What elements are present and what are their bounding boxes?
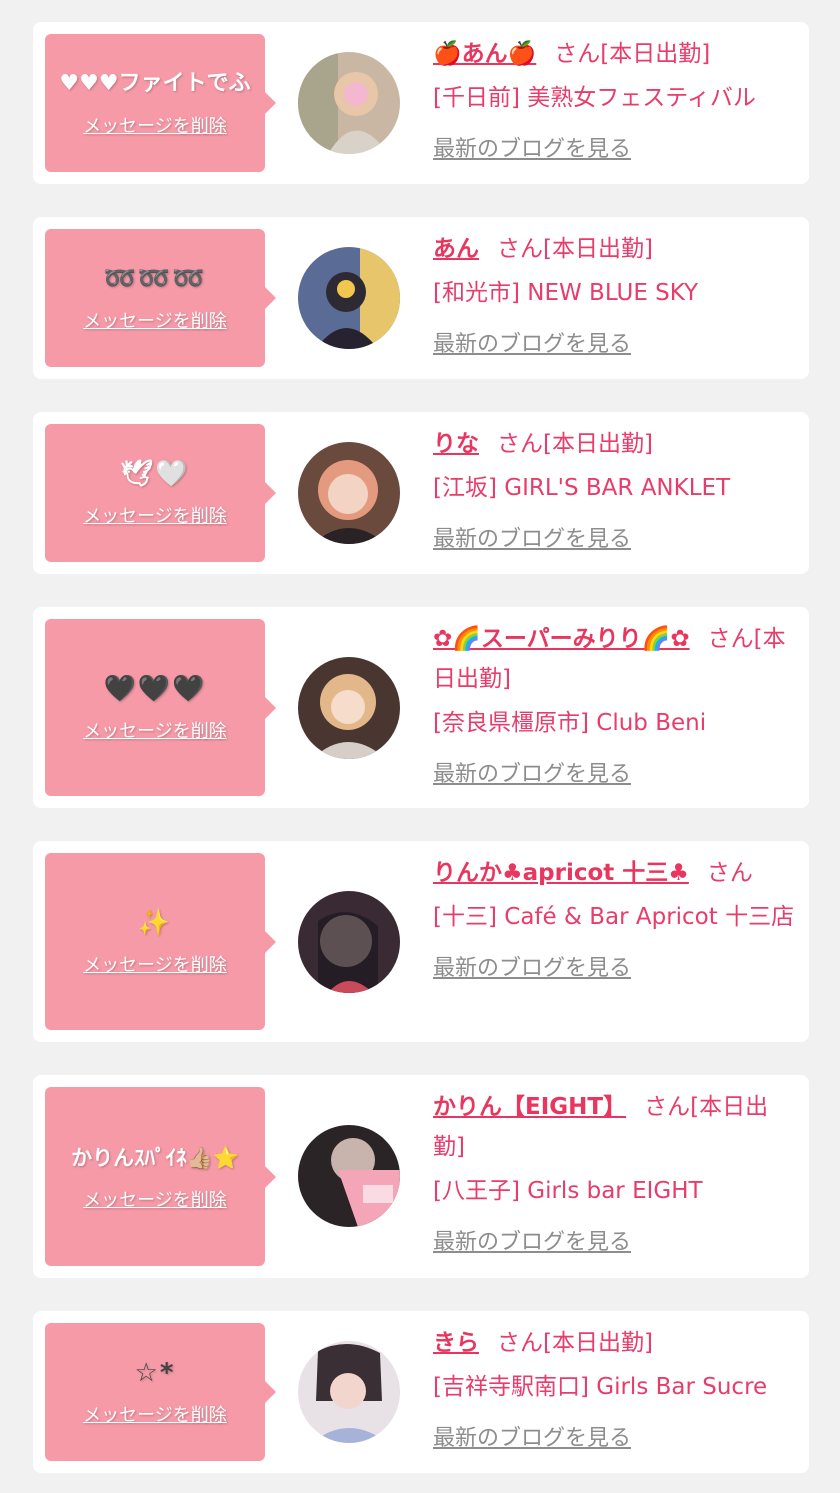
cast-card: ☆* メッセージを削除 きら さん[本日出勤] [吉祥寺駅南口] Girls Ba… bbox=[33, 1311, 809, 1473]
cast-info: りな さん[本日出勤] [江坂] GIRL'S BAR ANKLET 最新のブログ… bbox=[433, 424, 795, 560]
latest-blog-link[interactable]: 最新のブログを見る bbox=[433, 949, 631, 989]
latest-blog-link[interactable]: 最新のブログを見る bbox=[433, 520, 631, 560]
avatar[interactable] bbox=[298, 52, 400, 154]
favorite-cast-list: ♥♥♥ファイトでふ メッセージを削除 🍎あん🍎 さん[本日出勤] [千日前] 美熟… bbox=[0, 0, 840, 1493]
cast-info: りんか♣apricot 十三♣ さん [十三] Café & Bar Aprico… bbox=[433, 853, 795, 989]
shop-label: [千日前] 美熟女フェスティバル bbox=[433, 85, 756, 111]
latest-blog-link[interactable]: 最新のブログを見る bbox=[433, 130, 631, 170]
message-bubble: 🕊🤍 メッセージを削除 bbox=[45, 424, 276, 562]
cast-status: さん bbox=[706, 860, 753, 886]
latest-blog-link[interactable]: 最新のブログを見る bbox=[433, 1223, 631, 1263]
shop-label: [江坂] GIRL'S BAR ANKLET bbox=[433, 475, 731, 501]
cast-info: ✿🌈スーパーみりり🌈✿ さん[本日出勤] [奈良県橿原市] Club Beni 最… bbox=[433, 619, 795, 795]
avatar[interactable] bbox=[298, 442, 400, 544]
cast-card: 🕊🤍 メッセージを削除 りな さん[本日出勤] [江坂] GIRL'S BAR A… bbox=[33, 412, 809, 574]
cast-name-link[interactable]: あん bbox=[433, 236, 479, 262]
delete-message-link[interactable]: メッセージを削除 bbox=[83, 307, 227, 333]
cast-name-link[interactable]: ✿🌈スーパーみりり🌈✿ bbox=[433, 626, 690, 652]
cast-status: さん[本日出勤] bbox=[554, 41, 711, 67]
delete-message-link[interactable]: メッセージを削除 bbox=[83, 112, 227, 138]
cast-card: ✨ メッセージを削除 りんか♣apricot 十三♣ さん [十三] Café &… bbox=[33, 841, 809, 1042]
cast-info: かりん【EIGHT】 さん[本日出勤] [八王子] Girls bar EIGHT… bbox=[433, 1087, 795, 1263]
delete-message-link[interactable]: メッセージを削除 bbox=[83, 717, 227, 743]
cast-name-link[interactable]: りな bbox=[433, 431, 479, 457]
shop-label: [吉祥寺駅南口] Girls Bar Sucre bbox=[433, 1374, 768, 1400]
cast-name-link[interactable]: 🍎あん🍎 bbox=[433, 41, 536, 67]
delete-message-link[interactable]: メッセージを削除 bbox=[83, 1401, 227, 1427]
cast-card: 🖤🖤🖤 メッセージを削除 ✿🌈スーパーみりり🌈✿ さん[本日出勤] [奈良県橿原市… bbox=[33, 607, 809, 808]
cast-name-link[interactable]: かりん【EIGHT】 bbox=[433, 1094, 626, 1120]
cast-status: さん[本日出勤] bbox=[497, 431, 653, 457]
cast-card: ♥♥♥ファイトでふ メッセージを削除 🍎あん🍎 さん[本日出勤] [千日前] 美熟… bbox=[33, 22, 809, 184]
cast-info: きら さん[本日出勤] [吉祥寺駅南口] Girls Bar Sucre 最新のブ… bbox=[433, 1323, 795, 1459]
message-bubble: かりんｽﾊﾟｲﾈ👍🏼⭐ メッセージを削除 bbox=[45, 1087, 276, 1266]
avatar[interactable] bbox=[298, 247, 400, 349]
avatar[interactable] bbox=[298, 1125, 400, 1227]
delete-message-link[interactable]: メッセージを削除 bbox=[83, 502, 227, 528]
latest-blog-link[interactable]: 最新のブログを見る bbox=[433, 325, 631, 365]
cast-status: さん[本日出勤] bbox=[497, 236, 653, 262]
cast-info: あん さん[本日出勤] [和光市] NEW BLUE SKY 最新のブログを見る bbox=[433, 229, 795, 365]
message-text: ✨ bbox=[137, 907, 173, 938]
cast-info: 🍎あん🍎 さん[本日出勤] [千日前] 美熟女フェスティバル 最新のブログを見る bbox=[433, 34, 795, 170]
shop-label: [十三] Café & Bar Apricot 十三店 bbox=[433, 904, 795, 930]
message-text: ➿➿➿ bbox=[103, 264, 207, 294]
avatar[interactable] bbox=[298, 891, 400, 993]
latest-blog-link[interactable]: 最新のブログを見る bbox=[433, 755, 631, 795]
message-text: 🖤🖤🖤 bbox=[103, 673, 207, 704]
delete-message-link[interactable]: メッセージを削除 bbox=[83, 951, 227, 977]
message-bubble: 🖤🖤🖤 メッセージを削除 bbox=[45, 619, 276, 796]
cast-name-link[interactable]: きら bbox=[433, 1330, 479, 1356]
shop-label: [和光市] NEW BLUE SKY bbox=[433, 280, 699, 306]
message-text: ♥♥♥ファイトでふ bbox=[59, 71, 251, 96]
message-bubble: ➿➿➿ メッセージを削除 bbox=[45, 229, 276, 367]
delete-message-link[interactable]: メッセージを削除 bbox=[83, 1186, 227, 1212]
cast-card: ➿➿➿ メッセージを削除 あん さん[本日出勤] [和光市] NEW BLUE S… bbox=[33, 217, 809, 379]
cast-name-link[interactable]: りんか♣apricot 十三♣ bbox=[433, 860, 689, 886]
latest-blog-link[interactable]: 最新のブログを見る bbox=[433, 1419, 631, 1459]
message-bubble: ✨ メッセージを削除 bbox=[45, 853, 276, 1030]
avatar[interactable] bbox=[298, 657, 400, 759]
cast-card: かりんｽﾊﾟｲﾈ👍🏼⭐ メッセージを削除 かりん【EIGHT】 さん[本日出勤] … bbox=[33, 1075, 809, 1278]
message-bubble: ♥♥♥ファイトでふ メッセージを削除 bbox=[45, 34, 276, 172]
cast-status: さん[本日出勤] bbox=[497, 1330, 653, 1356]
message-text: かりんｽﾊﾟｲﾈ👍🏼⭐ bbox=[71, 1145, 239, 1170]
message-text: 🕊🤍 bbox=[120, 459, 190, 489]
shop-label: [八王子] Girls bar EIGHT bbox=[433, 1178, 703, 1204]
avatar[interactable] bbox=[298, 1341, 400, 1443]
message-text: ☆* bbox=[134, 1358, 176, 1388]
shop-label: [奈良県橿原市] Club Beni bbox=[433, 710, 707, 736]
message-bubble: ☆* メッセージを削除 bbox=[45, 1323, 276, 1461]
